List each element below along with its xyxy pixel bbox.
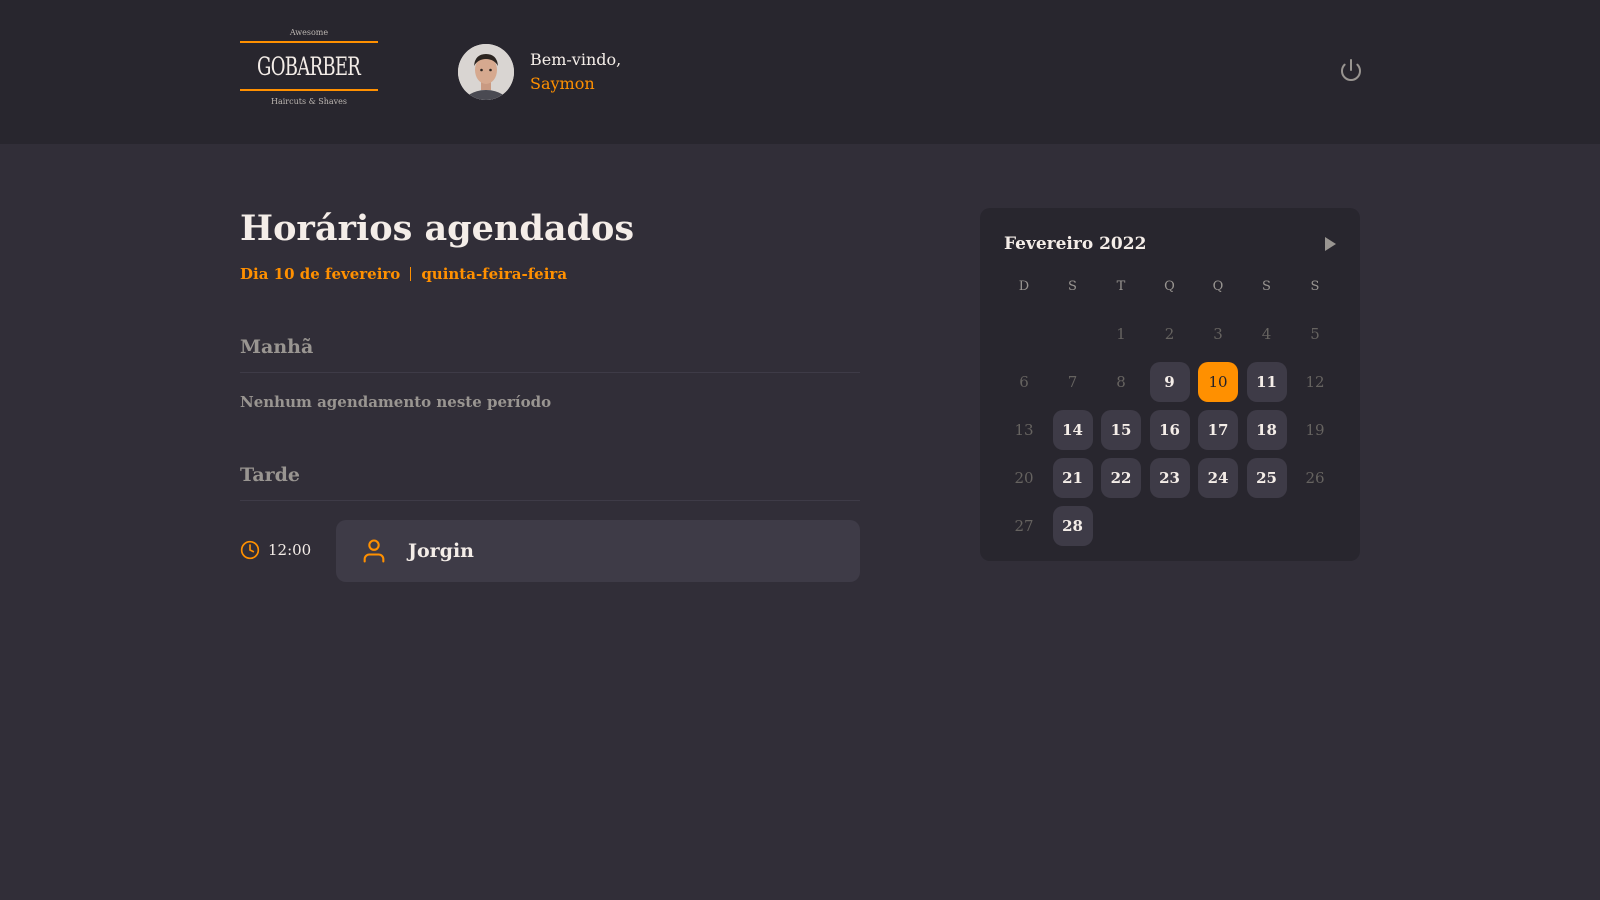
calendar-day[interactable]: 16 xyxy=(1149,410,1190,450)
clock-icon xyxy=(240,540,260,560)
calendar: Fevereiro 2022 D S T Q Q S S 1 2 3 4 5 6 7 8 9 10 11 12 13 1… xyxy=(980,208,1360,561)
logo-subtitle: Haircuts & Shaves xyxy=(270,97,348,106)
morning-empty-message: Nenhum agendamento neste período xyxy=(240,393,552,411)
subtitle-separator xyxy=(410,267,412,281)
appointment-client-name: Jorgin xyxy=(408,540,474,562)
calendar-day: 26 xyxy=(1305,469,1325,487)
calendar-day: 7 xyxy=(1067,373,1078,391)
calendar-day[interactable]: 28 xyxy=(1052,506,1093,546)
next-month-button[interactable] xyxy=(1320,234,1340,254)
calendar-grid: D S T Q Q S S 1 2 3 4 5 6 7 8 9 10 11 12 13 14 15 16 17 18 19 20 21… xyxy=(1004,266,1335,546)
calendar-weekday: S xyxy=(1068,278,1077,294)
calendar-day-empty xyxy=(1004,314,1044,354)
calendar-day: 13 xyxy=(1014,421,1034,439)
calendar-header: Fevereiro 2022 xyxy=(1004,224,1340,264)
calendar-day-empty xyxy=(1053,314,1093,354)
calendar-day: 3 xyxy=(1213,325,1223,343)
user-name-link[interactable]: Saymon xyxy=(530,72,621,96)
calendar-day[interactable]: 24 xyxy=(1198,458,1238,498)
avatar[interactable] xyxy=(458,44,514,100)
date-subtitle: Dia 10 de fevereiro quinta-feira-feira xyxy=(240,265,567,283)
play-icon xyxy=(1325,237,1336,251)
calendar-day: 6 xyxy=(1019,373,1029,391)
page-title: Horários agendados xyxy=(240,208,635,249)
calendar-day[interactable]: 22 xyxy=(1101,458,1141,498)
calendar-weekday: D xyxy=(1018,278,1030,294)
selected-date-label: Dia 10 de fevereiro xyxy=(240,265,401,283)
calendar-day[interactable]: 17 xyxy=(1198,410,1238,450)
logo-name: GOBARBER xyxy=(257,51,361,81)
gobarber-logo: Awesome GOBARBER Haircuts & Shaves xyxy=(240,28,378,118)
appointment-time-label: 12:00 xyxy=(268,541,312,559)
calendar-day: 27 xyxy=(1014,517,1034,535)
appointment-card[interactable]: Jorgin xyxy=(336,520,860,582)
calendar-day: 12 xyxy=(1305,373,1325,391)
user-icon xyxy=(363,539,385,563)
calendar-day[interactable]: 23 xyxy=(1149,458,1190,498)
logo-frame: GOBARBER xyxy=(240,41,378,91)
calendar-day[interactable]: 25 xyxy=(1246,458,1287,498)
calendar-day: 5 xyxy=(1310,325,1320,343)
calendar-day[interactable]: 21 xyxy=(1052,458,1093,498)
calendar-month-label: Fevereiro 2022 xyxy=(1004,234,1147,254)
calendar-weekday: S xyxy=(1262,278,1271,294)
calendar-day: 20 xyxy=(1014,469,1034,487)
selected-weekday-label: quinta-feira-feira xyxy=(421,265,568,283)
welcome-block: Bem-vindo, Saymon xyxy=(530,48,621,96)
calendar-day[interactable]: 9 xyxy=(1149,362,1190,402)
calendar-day: 4 xyxy=(1261,325,1272,343)
calendar-weekday: T xyxy=(1116,278,1126,294)
welcome-greeting: Bem-vindo, xyxy=(530,50,622,69)
logo-top-text: Awesome xyxy=(289,28,329,37)
calendar-day: 8 xyxy=(1116,373,1126,391)
calendar-day: 19 xyxy=(1305,421,1325,439)
calendar-day[interactable]: 18 xyxy=(1246,410,1287,450)
calendar-day[interactable]: 11 xyxy=(1246,362,1287,402)
power-icon xyxy=(1341,59,1361,81)
calendar-day: 1 xyxy=(1116,325,1126,343)
calendar-day-selected[interactable]: 10 xyxy=(1198,362,1238,402)
calendar-weekday: S xyxy=(1310,278,1320,294)
calendar-day[interactable]: 14 xyxy=(1052,410,1093,450)
calendar-weekday: Q xyxy=(1212,278,1224,294)
afternoon-section-title: Tarde xyxy=(240,464,860,501)
morning-section-title: Manhã xyxy=(240,336,860,373)
calendar-day: 2 xyxy=(1164,325,1175,343)
appointment-time: 12:00 xyxy=(240,540,311,560)
app-header: Awesome GOBARBER Haircuts & Shaves Bem-v… xyxy=(0,0,1600,144)
logout-button[interactable] xyxy=(1339,58,1363,82)
calendar-weekday: Q xyxy=(1164,278,1175,294)
calendar-day[interactable]: 15 xyxy=(1101,410,1141,450)
